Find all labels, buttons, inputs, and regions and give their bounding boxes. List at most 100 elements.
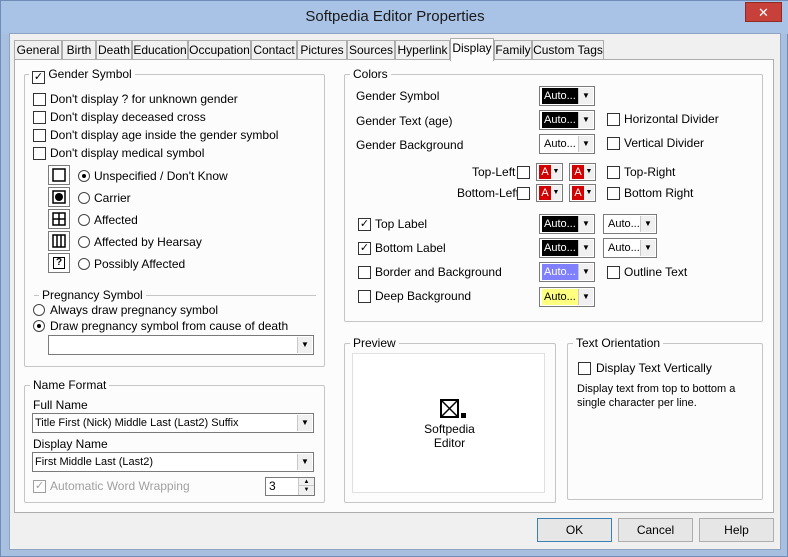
no-age-checkbox[interactable] <box>33 129 46 142</box>
word-wrap-checkbox[interactable]: ✓ <box>33 480 46 493</box>
deep-bg-checkbox[interactable] <box>358 290 371 303</box>
cancel-button[interactable]: Cancel <box>618 518 693 542</box>
tab-occupation[interactable]: Occupation <box>188 40 251 60</box>
cause-pregnancy-radio[interactable] <box>33 320 45 332</box>
possibly-affected-label: Possibly Affected <box>94 257 186 271</box>
top-label-color-select[interactable]: Auto... ▼ <box>539 214 595 234</box>
tab-death[interactable]: Death <box>96 40 132 60</box>
border-bg-checkbox[interactable] <box>358 266 371 279</box>
bottom-left-color-a[interactable]: A ▼ <box>536 184 563 202</box>
chevron-down-icon: ▼ <box>584 165 594 179</box>
gender-text-color-select[interactable]: Auto... ▼ <box>539 110 595 130</box>
vertical-divider-label: Vertical Divider <box>624 136 705 150</box>
no-cross-label: Don't display deceased cross <box>50 110 206 124</box>
tab-general[interactable]: General <box>14 40 62 60</box>
preview-line-2: Editor <box>433 436 466 450</box>
top-left-color-a[interactable]: A ▼ <box>536 163 563 181</box>
top-label-checkbox[interactable]: ✓ <box>358 218 371 231</box>
orientation-description: Display text from top to bottom a single… <box>577 383 736 409</box>
gender-symbol-checkbox[interactable]: ✓ <box>32 71 45 84</box>
top-right-checkbox[interactable] <box>607 166 620 179</box>
word-wrap-spinner[interactable]: 3 ▲ ▼ <box>265 477 315 496</box>
bottom-label-bg-value: Auto... <box>608 242 640 254</box>
text-color-a-icon: A <box>539 186 551 200</box>
gender-symbol-color-label: Gender Symbol <box>356 89 440 103</box>
always-pregnancy-radio[interactable] <box>33 304 45 316</box>
no-cross-checkbox[interactable] <box>33 111 46 124</box>
border-bg-color-select[interactable]: Auto... ▼ <box>539 262 595 282</box>
outline-text-checkbox[interactable] <box>607 266 620 279</box>
always-pregnancy-label: Always draw pregnancy symbol <box>50 303 219 317</box>
bottom-left-checkbox[interactable] <box>517 187 530 200</box>
chevron-down-icon: ▼ <box>578 88 593 104</box>
unspecified-label: Unspecified / Don't Know <box>94 169 228 183</box>
deep-bg-color-value: Auto... <box>542 289 578 305</box>
gender-symbol-color-select[interactable]: Auto... ▼ <box>539 86 595 106</box>
word-wrap-label: Automatic Word Wrapping <box>50 479 190 493</box>
empty-square-icon <box>48 165 70 185</box>
preview-title: Preview <box>350 336 399 350</box>
affected-radio[interactable] <box>78 214 90 226</box>
full-name-select[interactable]: Title First (Nick) Middle Last (Last2) S… <box>32 413 314 433</box>
chevron-down-icon: ▼ <box>551 186 561 200</box>
horizontal-divider-label: Horizontal Divider <box>624 112 719 126</box>
gender-text-color-label: Gender Text (age) <box>356 114 453 128</box>
tab-contact[interactable]: Contact <box>251 40 297 60</box>
window-title: Softpedia Editor Properties <box>305 8 485 25</box>
name-format-title: Name Format <box>30 378 110 392</box>
bottom-left-color-b[interactable]: A ▼ <box>569 184 596 202</box>
tab-custom-tags[interactable]: Custom Tags <box>532 40 604 60</box>
no-age-label: Don't display age inside the gender symb… <box>50 128 279 142</box>
bottom-label-bg-select[interactable]: Auto... ▼ <box>603 238 657 258</box>
text-orientation-title: Text Orientation <box>573 336 664 350</box>
hearsay-radio[interactable] <box>78 236 90 248</box>
bottom-label-label: Bottom Label <box>375 241 446 255</box>
cause-pregnancy-label: Draw pregnancy symbol from cause of deat… <box>50 319 289 333</box>
top-label-bg-value: Auto... <box>608 218 640 230</box>
question-glyph: ? <box>53 257 65 269</box>
top-left-checkbox[interactable] <box>517 166 530 179</box>
tab-display[interactable]: Display <box>450 38 494 61</box>
text-color-a-icon: A <box>572 165 584 179</box>
chevron-down-icon: ▼ <box>640 240 655 256</box>
chevron-down-icon: ▼ <box>584 186 594 200</box>
spin-up-icon[interactable]: ▲ <box>298 478 314 486</box>
close-button[interactable]: ✕ <box>745 2 782 22</box>
gender-bg-color-select[interactable]: Auto... ▼ <box>539 134 595 154</box>
no-medical-checkbox[interactable] <box>33 147 46 160</box>
chevron-down-icon: ▼ <box>578 216 593 232</box>
tab-family[interactable]: Family <box>494 40 532 60</box>
carrier-radio[interactable] <box>78 192 90 204</box>
carrier-icon <box>48 187 70 207</box>
display-name-label: Display Name <box>33 437 108 451</box>
tab-hyperlink[interactable]: Hyperlink <box>395 40 450 60</box>
unspecified-radio[interactable] <box>78 170 90 182</box>
top-label-bg-select[interactable]: Auto... ▼ <box>603 214 657 234</box>
horizontal-divider-checkbox[interactable] <box>607 113 620 126</box>
affected-icon <box>48 209 70 229</box>
display-name-select[interactable]: First Middle Last (Last2) ▼ <box>32 452 314 472</box>
tab-birth[interactable]: Birth <box>62 40 96 60</box>
bottom-label-checkbox[interactable]: ✓ <box>358 242 371 255</box>
chevron-down-icon: ▼ <box>297 415 312 431</box>
full-name-label: Full Name <box>33 398 88 412</box>
chevron-down-icon: ▼ <box>297 337 312 353</box>
title-bar[interactable]: Softpedia Editor Properties ✕ <box>1 1 788 34</box>
vertical-divider-checkbox[interactable] <box>607 137 620 150</box>
bottom-label-color-select[interactable]: Auto... ▼ <box>539 238 595 258</box>
vertical-text-checkbox[interactable] <box>578 362 591 375</box>
help-button[interactable]: Help <box>699 518 774 542</box>
tab-pictures[interactable]: Pictures <box>297 40 347 60</box>
ok-button[interactable]: OK <box>537 518 612 542</box>
tab-education[interactable]: Education <box>132 40 188 60</box>
possibly-affected-radio[interactable] <box>78 258 90 270</box>
hearsay-label: Affected by Hearsay <box>94 235 202 249</box>
tab-sources[interactable]: Sources <box>347 40 395 60</box>
pregnancy-select[interactable]: ▼ <box>48 335 314 355</box>
top-left-color-b[interactable]: A ▼ <box>569 163 596 181</box>
bottom-right-checkbox[interactable] <box>607 187 620 200</box>
deep-bg-color-select[interactable]: Auto... ▼ <box>539 287 595 307</box>
spin-down-icon[interactable]: ▼ <box>298 486 314 495</box>
no-unknown-checkbox[interactable] <box>33 93 46 106</box>
no-unknown-label: Don't display ? for unknown gender <box>50 92 238 106</box>
